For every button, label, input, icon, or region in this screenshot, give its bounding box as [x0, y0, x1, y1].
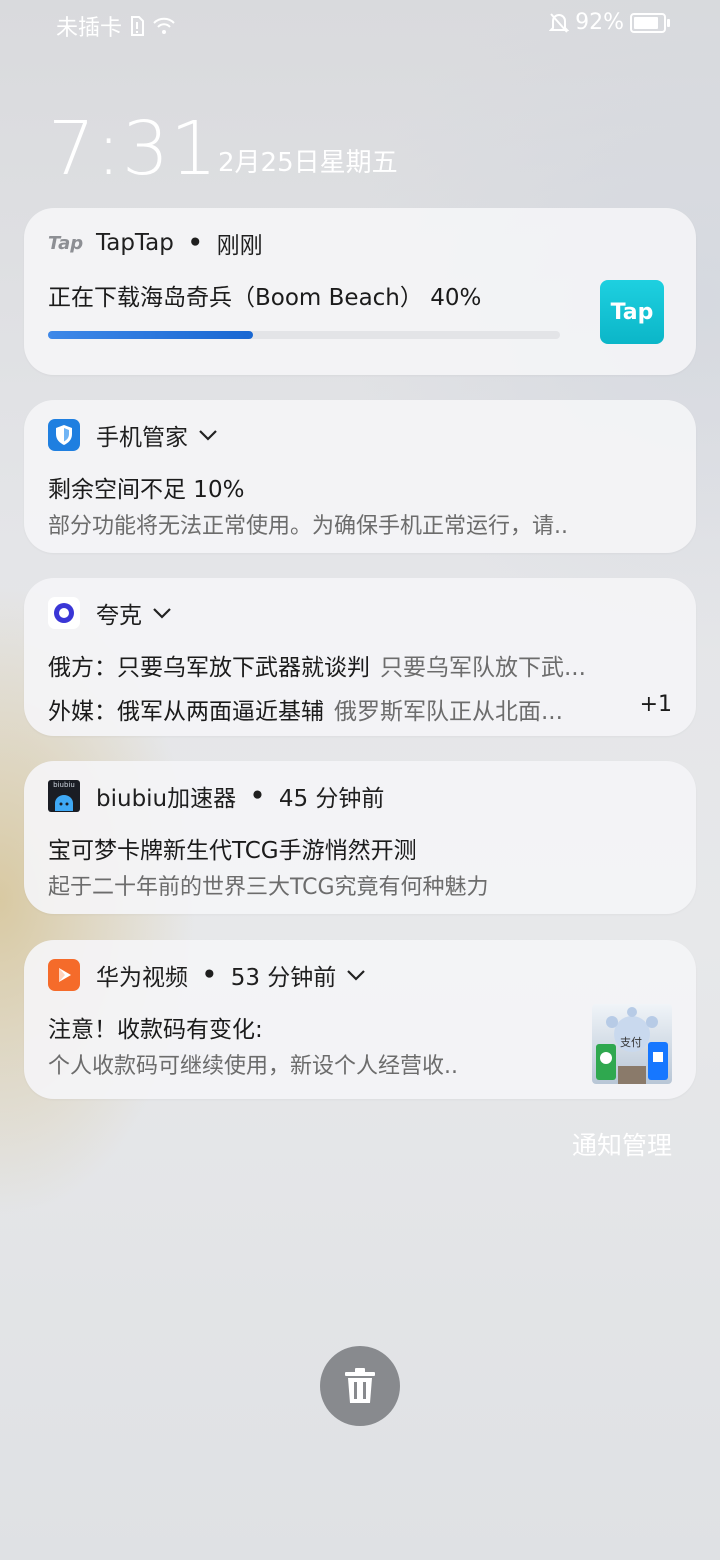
battery-percent: 92%	[575, 10, 624, 35]
carrier-label: 未插卡	[56, 16, 123, 41]
chevron-down-icon[interactable]	[346, 965, 366, 985]
status-bar: 未插卡 92%	[0, 0, 720, 50]
notification-time: 53 分钟前	[230, 965, 337, 991]
news-title: 外媒：俄军从两面逼近基辅	[48, 699, 324, 725]
clear-all-button[interactable]	[320, 1346, 400, 1426]
notification-biubiu[interactable]: biubiu biubiu加速器 • 45 分钟前 宝可梦卡牌新生代TCG手游悄…	[24, 761, 696, 914]
notification-header: Tap TapTap • 刚刚	[48, 226, 263, 260]
taptap-logo-icon: Tap	[600, 280, 664, 344]
notification-body: 个人收款码可继续使用，新设个人经营收..	[48, 1054, 458, 1079]
app-name: biubiu加速器	[96, 786, 237, 812]
notification-title: 正在下载海岛奇兵（Boom Beach） 40%	[48, 285, 482, 311]
lockscreen-date: 2月25日星期五	[218, 148, 398, 178]
chevron-down-icon[interactable]	[198, 425, 218, 445]
app-name: 华为视频	[96, 965, 188, 991]
notification-time: 刚刚	[216, 233, 263, 259]
battery-icon	[630, 12, 670, 33]
list-item[interactable]: 外媒：俄军从两面逼近基辅 俄罗斯军队正从北面...	[48, 692, 563, 726]
app-name: 夸克	[96, 603, 142, 629]
download-progress-fill	[48, 331, 253, 339]
notification-body: 部分功能将无法正常使用。为确保手机正常运行，请..	[48, 514, 568, 539]
chevron-down-icon[interactable]	[152, 603, 172, 623]
notification-time: 45 分钟前	[278, 786, 385, 812]
lockscreen-time: 7:31	[48, 106, 219, 192]
news-title: 俄方：只要乌军放下武器就谈判	[48, 655, 370, 681]
notification-title: 剩余空间不足 10%	[48, 477, 245, 503]
quark-app-icon	[48, 597, 80, 629]
notification-taptap[interactable]: Tap TapTap • 刚刚 正在下载海岛奇兵（Boom Beach） 40%…	[24, 208, 696, 375]
notification-phone-manager[interactable]: 手机管家 剩余空间不足 10% 部分功能将无法正常使用。为确保手机正常运行，请.…	[24, 400, 696, 553]
status-right: 92%	[549, 10, 670, 35]
notification-header: biubiu biubiu加速器 • 45 分钟前	[48, 779, 384, 813]
notification-manage-button[interactable]: 通知管理	[572, 1126, 672, 1162]
notification-quark[interactable]: 夸克 俄方：只要乌军放下武器就谈判 只要乌军队放下武... 外媒：俄军从两面逼近…	[24, 578, 696, 736]
more-count-badge: +1	[639, 692, 672, 717]
no-sim-icon	[131, 16, 145, 36]
notification-huawei-video[interactable]: 华为视频 • 53 分钟前 注意！收款码有变化: 个人收款码可继续使用，新设个人…	[24, 940, 696, 1099]
notification-body: 起于二十年前的世界三大TCG究竟有何种魅力	[48, 875, 489, 900]
list-item[interactable]: 俄方：只要乌军放下武器就谈判 只要乌军队放下武...	[48, 648, 586, 682]
app-name: TapTap	[96, 230, 174, 256]
play-icon	[48, 959, 80, 991]
status-left: 未插卡	[56, 10, 176, 42]
notification-header: 手机管家	[48, 418, 218, 452]
wifi-icon	[153, 17, 175, 34]
notification-thumbnail: 支付	[592, 1004, 672, 1084]
shield-icon	[48, 419, 80, 451]
app-name: 手机管家	[96, 425, 188, 451]
notification-title: 宝可梦卡牌新生代TCG手游悄然开测	[48, 838, 417, 864]
biubiu-app-icon: biubiu	[48, 780, 80, 812]
news-preview: 俄罗斯军队正从北面...	[334, 699, 563, 725]
mute-bell-icon	[549, 12, 570, 33]
trash-icon	[345, 1368, 375, 1403]
notification-header: 夸克	[48, 596, 172, 630]
download-progress	[48, 331, 560, 339]
notification-header: 华为视频 • 53 分钟前	[48, 958, 366, 992]
notification-title: 注意！收款码有变化:	[48, 1017, 263, 1043]
thumbnail-label: 支付	[620, 1036, 642, 1049]
taptap-app-icon: Tap	[48, 232, 84, 254]
news-preview: 只要乌军队放下武...	[380, 655, 586, 681]
